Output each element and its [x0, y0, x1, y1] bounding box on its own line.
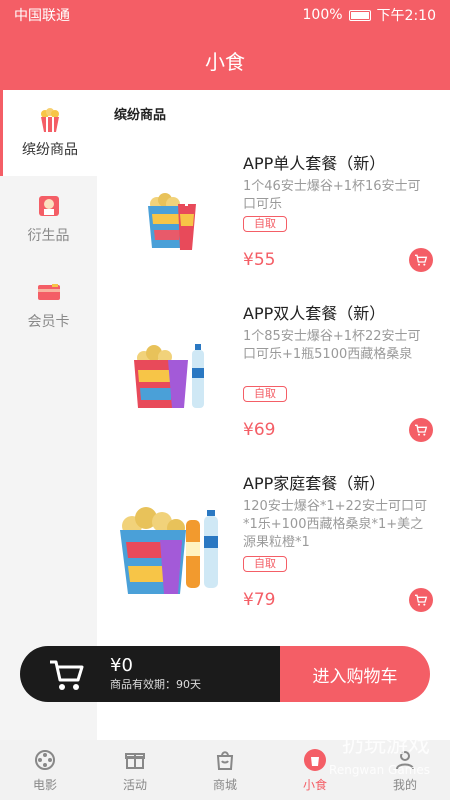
product-desc: 120安士爆谷*1+22安士可口可*1乐+100西藏格桑泉*1+美之源果粒橙*1 [243, 499, 428, 550]
battery-label: 100% [302, 7, 343, 23]
tab-label: 小食 [302, 777, 327, 792]
status-right: 100% 下午2:10 [303, 5, 436, 25]
tab-label: 电影 [32, 777, 57, 792]
product-name: APP双人套餐（新） [243, 304, 386, 323]
product-item[interactable]: APP单人套餐（新） 1个46安士爆谷+1杯16安士可口可乐 自取 ¥55 [97, 150, 450, 275]
carrier-label: 中国联通 [14, 8, 70, 24]
product-item[interactable]: APP家庭套餐（新） 120安士爆谷*1+22安士可口可*1乐+100西藏格桑泉… [97, 470, 450, 620]
product-image [148, 193, 196, 250]
shopping-bag-icon [216, 750, 234, 770]
validity-text: 商品有效期：90天 [110, 678, 201, 691]
cart-bar: ¥0 商品有效期：90天 进入购物车 [20, 646, 430, 702]
gift-box-icon [125, 752, 145, 769]
snack-icon [304, 748, 326, 771]
product-desc: 1个46安士爆谷+1杯16安士可口可乐 [243, 179, 421, 212]
popcorn-icon [41, 108, 59, 132]
merch-icon [38, 196, 59, 216]
shopping-cart-icon [50, 660, 84, 690]
sidebar-item-label: 缤纷商品 [22, 142, 78, 158]
product-price: ¥79 [243, 590, 276, 610]
product-list: 缤纷商品 APP单人套餐（新） 1个46安士爆谷+1杯16安士可口可乐 自取 ¥… [97, 90, 450, 740]
status-bar: 中国联通 100% 下午2:10 [0, 0, 450, 30]
section-title: 缤纷商品 [114, 108, 167, 123]
add-to-cart-button[interactable] [409, 248, 433, 272]
sidebar-item-label: 会员卡 [27, 314, 70, 330]
product-image [134, 344, 204, 408]
film-reel-icon [35, 749, 55, 770]
member-card-icon [37, 284, 60, 300]
product-image [120, 507, 218, 594]
sidebar-item-popcorn[interactable]: 缤纷商品 [0, 90, 97, 176]
time-label: 下午2:10 [376, 8, 436, 24]
pickup-tag: 自取 [243, 556, 287, 572]
pickup-tag: 自取 [243, 386, 287, 402]
product-desc: 1个85安士爆谷+1杯22安士可口可乐+1瓶5100西藏格桑泉 [243, 329, 421, 362]
battery-icon [348, 9, 371, 21]
cart-summary[interactable]: ¥0 商品有效期：90天 [20, 646, 280, 702]
tab-label: 商城 [212, 777, 237, 792]
product-name: APP单人套餐（新） [243, 154, 386, 173]
page-header: 小食 [0, 30, 450, 90]
go-to-cart-button[interactable]: 进入购物车 [280, 646, 430, 702]
tab-activity[interactable]: 活动 [90, 748, 180, 793]
cart-total: ¥0 [110, 655, 133, 676]
cart-icon [415, 424, 428, 436]
watermark-sub: Rengwan Games [329, 763, 430, 777]
tab-mall[interactable]: 商城 [180, 748, 270, 793]
sidebar-item-merch[interactable]: 衍生品 [0, 176, 97, 262]
add-to-cart-button[interactable] [409, 418, 433, 442]
sidebar-item-member-card[interactable]: 会员卡 [0, 262, 97, 348]
cart-info: ¥0 商品有效期：90天 [110, 655, 201, 693]
sidebar-item-label: 衍生品 [27, 228, 70, 244]
add-to-cart-button[interactable] [409, 588, 433, 612]
product-name: APP家庭套餐（新） [243, 474, 386, 493]
category-sidebar: 缤纷商品 衍生品 会员卡 [0, 90, 97, 740]
pickup-tag: 自取 [243, 216, 287, 232]
product-price: ¥69 [243, 420, 276, 440]
watermark: 扔玩游戏 Rengwan Games [329, 734, 430, 782]
cart-icon [415, 254, 428, 266]
cart-icon [415, 594, 428, 606]
watermark-main: 扔玩游戏 [341, 733, 430, 758]
page-title: 小食 [205, 49, 245, 74]
product-price: ¥55 [243, 250, 276, 270]
tab-label: 活动 [122, 777, 147, 792]
tab-movie[interactable]: 电影 [0, 748, 90, 793]
product-item[interactable]: APP双人套餐（新） 1个85安士爆谷+1杯22安士可口可乐+1瓶5100西藏格… [97, 300, 450, 450]
